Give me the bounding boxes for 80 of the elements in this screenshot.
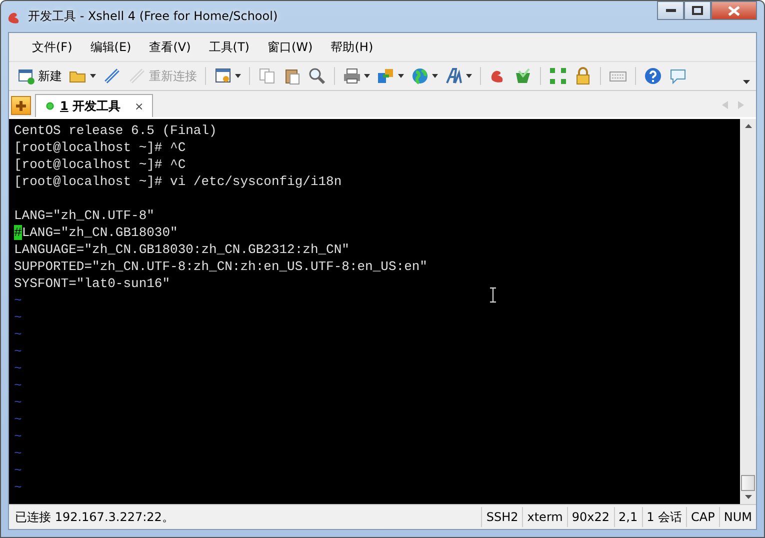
link-icon [128, 67, 146, 85]
terminal-line: SYSFONT="lat0-sun16" [14, 275, 170, 292]
terminal-line: ~ [14, 394, 22, 411]
menu-item[interactable]: 工具(T) [200, 38, 258, 56]
dropdown-arrow-icon [432, 74, 438, 78]
link-icon [103, 67, 121, 85]
menu-item[interactable]: 窗口(W) [258, 38, 322, 56]
properties-icon [214, 67, 232, 85]
new-tab-button[interactable] [11, 96, 31, 115]
close-icon [728, 6, 740, 16]
status-field: NUM [718, 507, 756, 527]
help-button[interactable] [642, 66, 664, 86]
status-field: SSH2 [481, 507, 522, 527]
terminal-line: ~ [14, 377, 22, 394]
terminal-line: ~ [14, 445, 22, 462]
speech-bubble-icon [669, 67, 687, 85]
scrollbar-thumb[interactable] [741, 475, 755, 491]
text-cursor-icon [489, 287, 497, 303]
terminal-line: ~ [14, 411, 22, 428]
maximize-button[interactable] [684, 1, 711, 20]
copy-icon [258, 67, 276, 85]
new-session-icon [17, 67, 35, 85]
terminal-line: ~ [14, 360, 22, 377]
terminal-line: [root@localhost ~]# ^C [14, 156, 186, 173]
tab-close-button[interactable]: × [134, 100, 144, 112]
help-icon [644, 67, 662, 85]
status-field: xterm [522, 507, 567, 527]
status-field: 1 会话 [642, 507, 686, 527]
fullscreen-button[interactable] [547, 66, 569, 86]
font-button[interactable] [443, 66, 474, 86]
terminal-line: ~ [14, 343, 22, 360]
overflow-arrow-icon [743, 80, 750, 84]
terminal-line: SUPPORTED="zh_CN.UTF-8:zh_CN:zh:en_US.UTF-8:en_US:en" [14, 258, 428, 275]
terminal-line: ~ [14, 326, 22, 343]
window-title: 开发工具 - Xshell 4 (Free for Home/School) [28, 8, 278, 25]
terminal-line: [root@localhost ~]# vi /etc/sysconfig/i18n [14, 173, 342, 190]
dropdown-arrow-icon [466, 74, 472, 78]
transfer-icon [377, 67, 395, 85]
globe-icon [411, 67, 429, 85]
terminal-line: ~ [14, 462, 22, 479]
menu-item[interactable]: 文件(F) [23, 38, 82, 56]
minimize-icon [666, 8, 676, 12]
terminal-line: CentOS release 6.5 (Final) [14, 122, 217, 139]
status-field: 90x22 [566, 507, 614, 527]
minimize-button[interactable] [657, 1, 684, 20]
status-message: 已连接 192.167.3.227:22。 [14, 508, 175, 526]
dropdown-arrow-icon [398, 74, 404, 78]
scrollbar[interactable] [740, 119, 756, 504]
session-tab[interactable]: 1 开发工具 × [35, 94, 153, 117]
font-icon [445, 67, 463, 85]
terminal-line: LANGUAGE="zh_CN.GB18030:zh_CN.GB2312:zh_CN" [14, 241, 350, 258]
terminal-line: ~ [14, 292, 22, 309]
terminal-line: [root@localhost ~]# ^C [14, 139, 186, 156]
printer-icon [343, 67, 361, 85]
transfer-button[interactable] [375, 66, 406, 86]
dropdown-arrow-icon [364, 74, 370, 78]
search-icon [308, 67, 326, 85]
menu-item[interactable]: 编辑(E) [81, 38, 140, 56]
menu-item[interactable]: 帮助(H) [322, 38, 382, 56]
print-button[interactable] [341, 66, 372, 86]
terminal-line: ~ [14, 479, 22, 496]
terminal-line: LANG="zh_CN.UTF-8" [14, 207, 154, 224]
close-button[interactable] [711, 1, 757, 20]
terminal-line: ~ [14, 428, 22, 445]
scroll-down-icon[interactable] [744, 495, 752, 499]
paste-icon [283, 67, 301, 85]
dropdown-arrow-icon [235, 74, 241, 78]
restore-icon [692, 6, 703, 15]
dropdown-arrow-icon [90, 74, 96, 78]
file-transfer-icon [514, 67, 532, 85]
terminal-line: ~ [14, 309, 22, 326]
status-field: 2,1 [614, 507, 642, 527]
menu-item[interactable]: 查看(V) [140, 38, 200, 56]
terminal-line: #LANG="zh_CN.GB18030" [14, 224, 178, 241]
fullscreen-icon [549, 67, 567, 85]
scroll-up-icon[interactable] [744, 124, 752, 128]
new-button[interactable]: 新建 [15, 66, 64, 86]
status-field: CAP [686, 507, 719, 527]
plus-icon [15, 100, 27, 112]
lock-icon [574, 67, 592, 85]
